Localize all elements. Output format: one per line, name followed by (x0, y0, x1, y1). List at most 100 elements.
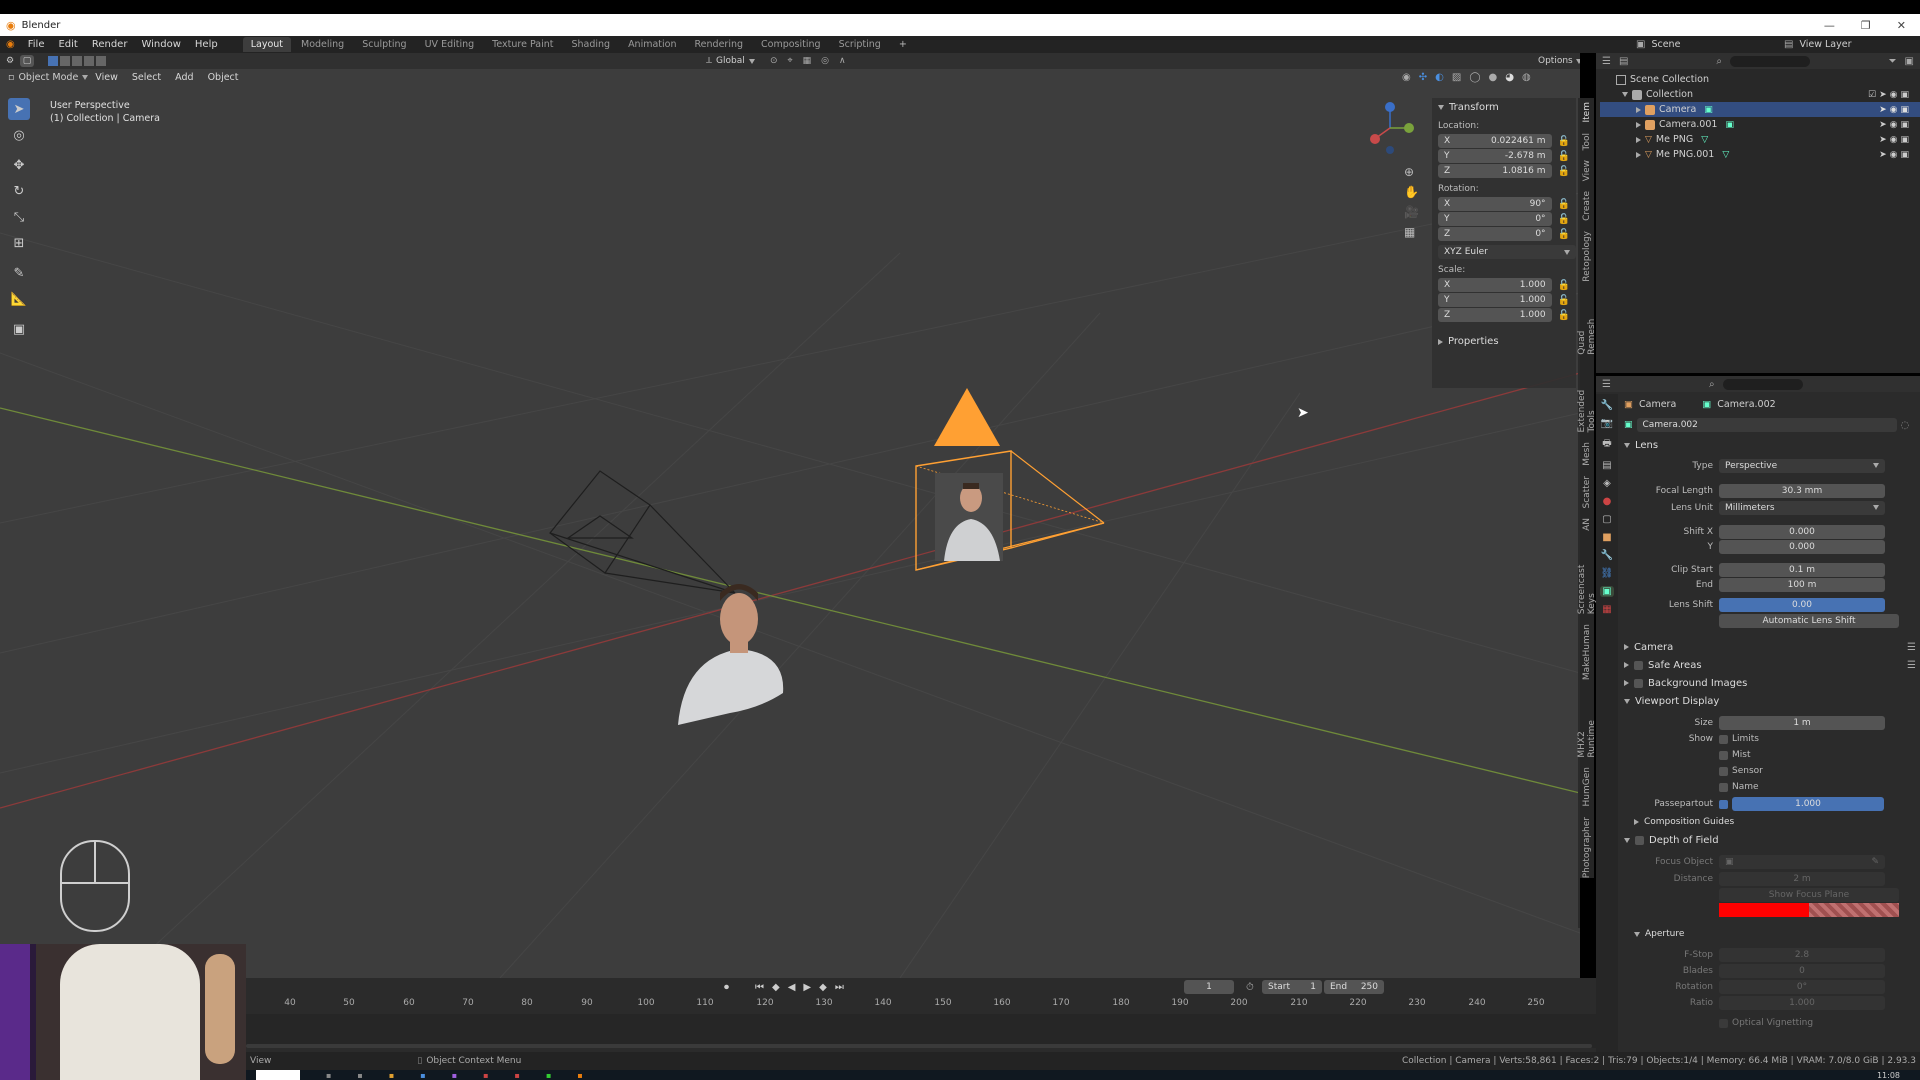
transform-tool-icon[interactable]: ⊞ (8, 232, 30, 254)
menu-help[interactable]: Help (188, 39, 225, 50)
editor-type-icon[interactable]: ⚙ (0, 54, 20, 68)
tab-view[interactable]: View (1582, 160, 1592, 181)
navigation-gizmo[interactable] (1366, 98, 1416, 158)
visibility-icon[interactable]: ◉ (1402, 72, 1411, 83)
snap-target-icon[interactable]: ▦ (803, 56, 812, 66)
fstop-field[interactable]: 2.8 (1719, 948, 1885, 962)
preset-list-icon[interactable]: ☰ (1907, 660, 1916, 671)
current-frame-field[interactable]: 1 (1184, 980, 1234, 994)
lens-shift-slider[interactable]: 0.00 (1719, 597, 1885, 612)
preset-list-icon[interactable]: ☰ (1907, 642, 1916, 653)
blender-menu-icon[interactable]: ◉ (0, 39, 21, 50)
extend-selection-icon[interactable] (60, 56, 70, 66)
taskbar-app-icon[interactable]: ▪ (483, 1071, 488, 1080)
viewport-display-panel-header[interactable]: Viewport Display (1624, 692, 1916, 710)
focus-object-field[interactable]: ▣ ✎ (1719, 854, 1885, 869)
lock-icon[interactable]: 🔓 (1558, 151, 1570, 162)
clip-start-field[interactable]: 0.1 m (1719, 562, 1885, 577)
camera-view-icon[interactable]: 🎥 (1404, 205, 1419, 219)
invert-selection-icon[interactable] (84, 56, 94, 66)
modifier-tab-icon[interactable]: 🔧 (1601, 550, 1613, 561)
focus-plane-alpha-swatch[interactable] (1809, 903, 1899, 917)
camera-data-icon[interactable]: ▣ (1624, 420, 1633, 430)
rotation-x-field[interactable]: X 90° (1438, 197, 1552, 211)
falloff-icon[interactable]: ∧ (839, 56, 846, 66)
jump-start-icon[interactable]: ⏮ (755, 982, 764, 993)
tool-settings-tab-icon[interactable]: 🔧 (1601, 400, 1613, 411)
transform-orientation-dropdown[interactable]: ⟂ Global (706, 56, 755, 66)
scene-tab-icon[interactable]: ◈ (1603, 478, 1611, 489)
scale-y-field[interactable]: Y 1.000 (1438, 293, 1552, 307)
tab-extended-tools[interactable]: Extended Tools (1577, 365, 1597, 432)
tab-shading[interactable]: Shading (563, 37, 618, 52)
me-png-object[interactable] (678, 584, 784, 725)
timeline-scrollbar[interactable] (246, 1044, 1592, 1048)
lock-icon[interactable]: 🔓 (1558, 280, 1570, 291)
measure-tool-icon[interactable]: 📐 (8, 288, 30, 310)
chevron-right-icon[interactable] (1636, 136, 1641, 143)
lock-icon[interactable]: 🔓 (1558, 229, 1570, 240)
viewport-menu-object[interactable]: Object (201, 72, 246, 83)
location-z-field[interactable]: Z 1.0816 m (1438, 164, 1552, 178)
add-cube-tool-icon[interactable]: ▣ (8, 318, 30, 340)
properties-title[interactable]: Properties (1448, 336, 1499, 347)
intersect-selection-icon[interactable] (96, 56, 106, 66)
taskbar-blender-icon[interactable]: ▪ (577, 1071, 582, 1080)
clock-icon[interactable]: ⏱ (1246, 982, 1254, 993)
tab-scatter[interactable]: Scatter (1582, 476, 1592, 508)
world-tab-icon[interactable]: ● (1603, 496, 1612, 507)
start-frame-field[interactable]: Start 1 (1262, 980, 1322, 994)
tab-uv-editing[interactable]: UV Editing (417, 37, 483, 52)
properties-search-input[interactable] (1722, 378, 1803, 390)
zoom-icon[interactable]: ⊕ (1404, 165, 1419, 179)
menu-file[interactable]: File (21, 39, 52, 50)
name-checkbox[interactable] (1719, 782, 1728, 792)
search-icon[interactable]: ⌕ (1709, 379, 1715, 390)
constraint-tab-icon[interactable]: ⛓ (1601, 568, 1614, 579)
tab-animation[interactable]: Animation (620, 37, 684, 52)
xray-icon[interactable]: ▨ (1452, 72, 1461, 83)
visibility-toggle-icons[interactable]: ➤◉▣ (1879, 105, 1912, 115)
minimize-icon[interactable]: — (1824, 19, 1835, 32)
viewport-menu-add[interactable]: Add (168, 72, 200, 83)
lock-icon[interactable]: 🔓 (1558, 295, 1570, 306)
texture-tab-icon[interactable]: ▦ (1602, 604, 1611, 615)
filter-icon[interactable]: ⏷ (1889, 56, 1897, 67)
scene-collection-row[interactable]: Scene Collection (1600, 72, 1920, 87)
visibility-toggle-icons[interactable]: ➤◉▣ (1879, 135, 1912, 145)
lens-panel-header[interactable]: Lens (1624, 440, 1916, 451)
tab-mhx2-runtime[interactable]: MHX2 Runtime (1577, 691, 1597, 758)
select-tool-icon[interactable]: ➤ (8, 98, 30, 120)
dof-checkbox[interactable] (1635, 835, 1644, 845)
lock-icon[interactable]: 🔓 (1558, 310, 1570, 321)
chevron-right-icon[interactable] (1636, 151, 1641, 158)
tab-tool[interactable]: Tool (1582, 133, 1592, 150)
outliner-item-camera[interactable]: Camera ▣ ➤◉▣ (1600, 102, 1920, 117)
menu-render[interactable]: Render (85, 39, 135, 50)
annotate-tool-icon[interactable]: ✎ (8, 262, 30, 284)
outliner-item-me-png[interactable]: ▽ Me PNG ▽ ➤◉▣ (1600, 132, 1920, 147)
rotation-z-field[interactable]: Z 0° (1438, 227, 1552, 241)
lens-unit-dropdown[interactable]: Millimeters (1719, 500, 1885, 515)
auto-lens-shift-button[interactable]: Automatic Lens Shift (1719, 613, 1899, 628)
taskbar-app-icon[interactable]: ▪ (326, 1071, 331, 1080)
close-icon[interactable]: ✕ (1897, 19, 1906, 32)
clip-end-field[interactable]: 100 m (1719, 577, 1885, 592)
tab-an[interactable]: AN (1582, 518, 1592, 531)
datablock-name-field[interactable]: Camera.002 (1636, 418, 1897, 432)
collection-row[interactable]: Collection ☑➤◉▣ (1600, 87, 1920, 102)
subtract-selection-icon[interactable] (72, 56, 82, 66)
safe-areas-checkbox[interactable] (1634, 660, 1643, 670)
add-workspace-icon[interactable]: + (891, 37, 915, 52)
tab-rendering[interactable]: Rendering (687, 37, 752, 52)
taskbar-app-icon[interactable]: ▪ (389, 1071, 394, 1080)
lock-icon[interactable]: 🔓 (1558, 214, 1570, 225)
proportional-editing-icon[interactable]: ◎ (821, 56, 829, 66)
tab-quad-remesh[interactable]: Quad Remesh (1577, 292, 1597, 355)
focus-distance-field[interactable]: 2 m (1719, 871, 1885, 886)
play-reverse-icon[interactable]: ◀ (788, 982, 796, 993)
lock-icon[interactable]: 🔓 (1558, 166, 1570, 177)
taskbar-app-icon[interactable]: ▪ (546, 1071, 551, 1080)
tab-screencast-keys[interactable]: Screencast Keys (1577, 541, 1597, 615)
menu-edit[interactable]: Edit (51, 39, 84, 50)
